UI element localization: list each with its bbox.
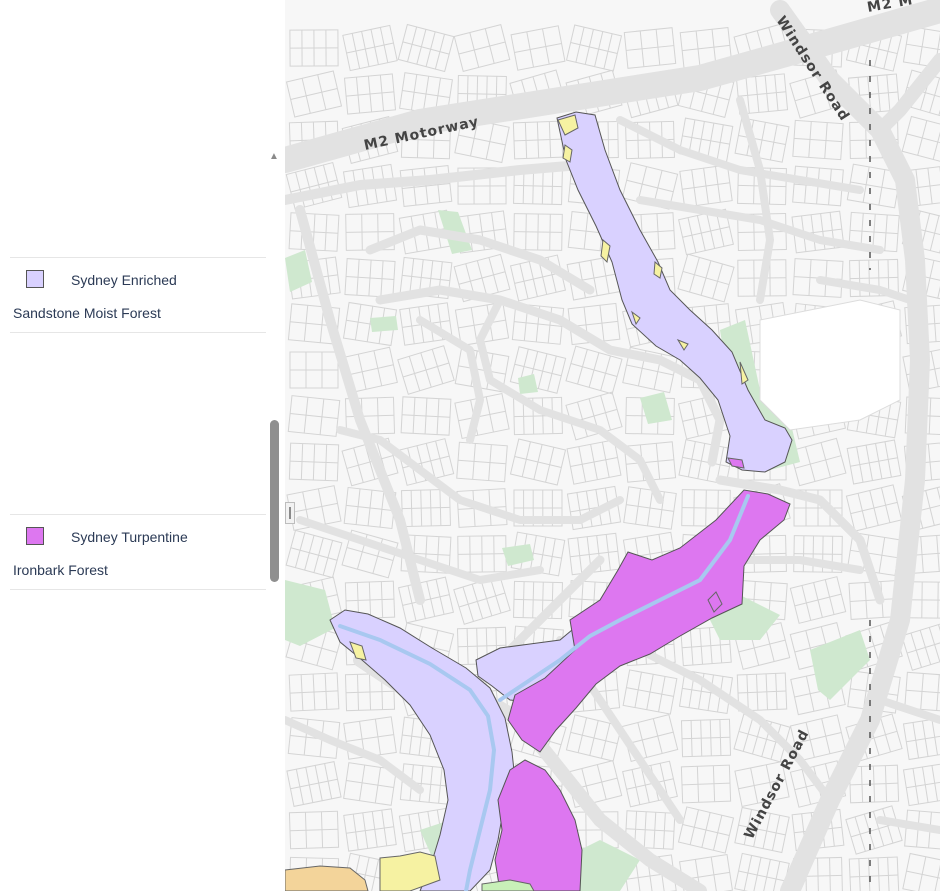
legend-item-sydney-enriched[interactable]: Sydney Enriched Sandstone Moist Forest <box>10 257 266 333</box>
scrollbar-thumb[interactable] <box>270 420 279 582</box>
legend-label: Sydney Turpentine <box>71 529 188 545</box>
legend-scrollbar[interactable]: ▲ <box>268 150 280 891</box>
legend-swatch-enriched <box>26 270 44 288</box>
map-canvas[interactable] <box>285 0 940 891</box>
large-parcel <box>759 299 901 431</box>
legend-label: Ironbark Forest <box>13 562 108 578</box>
legend-swatch-turpentine <box>26 527 44 545</box>
panel-splitter-handle[interactable] <box>285 502 295 524</box>
legend-item-sydney-turpentine[interactable]: Sydney Turpentine Ironbark Forest <box>10 514 266 590</box>
legend-label: Sydney Enriched <box>71 272 177 288</box>
scroll-up-arrow-icon[interactable]: ▲ <box>268 150 280 164</box>
legend-label: Sandstone Moist Forest <box>13 305 161 321</box>
legend-panel: Sydney Enriched Sandstone Moist Forest S… <box>0 0 285 891</box>
